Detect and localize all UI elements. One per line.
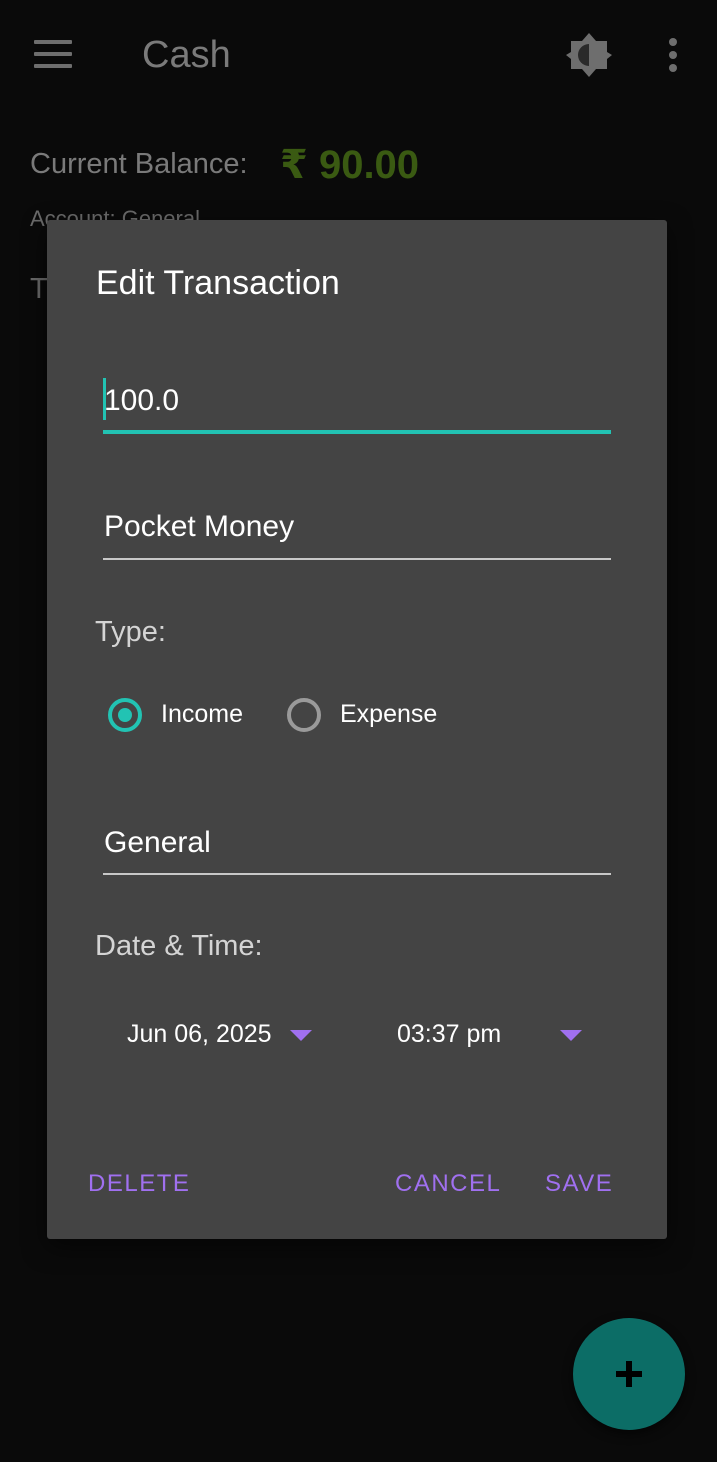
description-underline (103, 558, 611, 560)
description-value: Pocket Money (104, 510, 295, 543)
datetime-label: Date & Time: (95, 930, 263, 962)
description-field[interactable]: Pocket Money (103, 502, 611, 562)
amount-underline (103, 430, 611, 434)
save-button[interactable]: SAVE (545, 1170, 613, 1198)
income-radio[interactable]: Income (108, 696, 288, 740)
radio-unchecked-icon (287, 698, 321, 732)
income-radio-label: Income (161, 700, 243, 728)
date-picker[interactable]: Jun 06, 2025 (127, 1016, 327, 1056)
dialog-title: Edit Transaction (96, 264, 340, 302)
account-field[interactable]: General (103, 818, 611, 878)
account-value: General (104, 826, 211, 859)
type-label: Type: (95, 616, 166, 648)
time-value: 03:37 pm (397, 1020, 502, 1048)
brightness-icon[interactable] (566, 32, 612, 78)
time-picker[interactable]: 03:37 pm (397, 1016, 597, 1056)
amount-field[interactable]: 100.0 (103, 372, 611, 436)
balance-value: ₹ 90.00 (280, 143, 420, 187)
account-underline (103, 873, 611, 875)
more-vert-icon[interactable] (668, 38, 678, 72)
add-transaction-fab[interactable] (573, 1318, 685, 1430)
delete-button[interactable]: DELETE (88, 1170, 190, 1198)
radio-checked-icon (108, 698, 142, 732)
expense-radio-label: Expense (340, 700, 438, 728)
dropdown-arrow-icon (290, 1030, 312, 1041)
cancel-button[interactable]: CANCEL (395, 1170, 501, 1198)
plus-icon (616, 1361, 642, 1387)
partial-list-heading: T (30, 273, 48, 305)
app-bar: Cash (0, 0, 717, 112)
dropdown-arrow-icon (560, 1030, 582, 1041)
expense-radio[interactable]: Expense (287, 696, 467, 740)
app-title: Cash (142, 34, 231, 76)
date-value: Jun 06, 2025 (127, 1020, 272, 1048)
hamburger-menu-icon[interactable] (34, 40, 72, 68)
balance-label: Current Balance: (30, 148, 248, 180)
amount-value: 100.0 (104, 384, 180, 417)
edit-transaction-dialog: Edit Transaction 100.0 Pocket Money Type… (47, 220, 667, 1239)
